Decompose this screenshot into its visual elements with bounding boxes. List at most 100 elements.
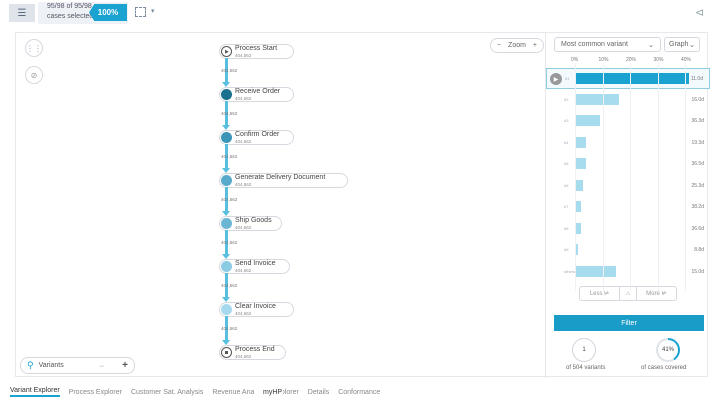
variants-label: Variants <box>38 362 64 369</box>
connector-count: 404,562 <box>221 326 238 331</box>
grid-line <box>575 63 576 291</box>
variants-minus-button[interactable]: − <box>99 361 104 371</box>
activity-count: 404,562 <box>235 96 252 101</box>
variant-duration: 36.5d <box>691 161 704 167</box>
tab[interactable]: Details <box>308 389 329 397</box>
activity-dot <box>221 304 232 315</box>
connector-count: 404,562 <box>221 68 238 73</box>
cases-selected-label: cases selected <box>47 13 94 20</box>
percent-tick: 30% <box>653 57 664 63</box>
graph-value: Graph <box>669 41 689 48</box>
cases-caption: of cases covered <box>641 365 687 371</box>
tab[interactable]: Revenue Ana <box>212 389 254 397</box>
variant-label: #4 <box>564 139 569 145</box>
less-more-control: Less ⊭ ⌂ More ⊭ <box>579 286 677 301</box>
connector-count: 404,562 <box>221 197 238 202</box>
variant-duration: 11.0d <box>690 76 703 82</box>
chevron-down-icon: ⌄ <box>689 41 695 49</box>
end-icon <box>221 347 232 358</box>
grid-line <box>657 63 659 291</box>
activity-name: Receive Order <box>235 88 281 95</box>
variant-explorer-screen: ☰ 95/98 of 95/98 cases selected 100% ▾ ⊲… <box>0 0 710 397</box>
activity-name: Ship Goods <box>235 217 272 224</box>
main-panel: ⋮⋮ ⊘ − Zoom + ▶ Process Start 404,562 404,5… <box>15 32 710 378</box>
hamburger-menu-button[interactable]: ☰ <box>9 4 35 22</box>
variant-duration: 38.2d <box>691 204 704 210</box>
cases-count: 95/98 of 95/98 <box>47 3 92 10</box>
activity-dot <box>221 218 232 229</box>
overlay-text: myHP <box>262 389 284 396</box>
chevron-down-icon: ⌄ <box>648 41 654 49</box>
filter-button[interactable]: Filter <box>554 315 704 331</box>
variant-duration: 36.3d <box>691 118 704 124</box>
variants-plus-button[interactable]: + <box>122 360 128 371</box>
home-button[interactable]: ⌂ <box>619 287 637 300</box>
grid-line <box>685 63 686 291</box>
percent-tick: 10% <box>598 57 609 63</box>
activity-name: Generate Delivery Document <box>235 174 326 181</box>
variants-panel: Most common variant ⌄ Graph ⌄ 0% 10% 20% 30… <box>545 33 710 378</box>
tab[interactable]: Conformance <box>338 389 380 397</box>
filter-icon: ⊭ <box>604 291 610 297</box>
variant-bar <box>575 179 584 191</box>
connector-count: 404,562 <box>221 111 238 116</box>
variant-duration: 16.0d <box>691 96 704 103</box>
variants-count: 1 <box>582 347 586 353</box>
home-icon: ⌂ <box>626 290 630 297</box>
variant-label: #8 <box>564 225 569 231</box>
selection-icon[interactable] <box>135 7 146 17</box>
share-icon[interactable]: ⊲ <box>695 6 704 19</box>
less-button[interactable]: Less ⊭ <box>580 287 619 300</box>
cases-covered-circle: 41% <box>656 338 680 362</box>
play-icon[interactable]: ▶ <box>550 73 562 85</box>
variants-count-circle: 1 <box>572 338 596 362</box>
activity-dot <box>221 89 232 100</box>
variant-label: others <box>564 268 576 274</box>
start-icon: ▶ <box>221 46 232 57</box>
variant-label: #9 <box>564 247 569 252</box>
tab[interactable]: Process Explorer <box>69 389 122 397</box>
activity-count: 404,562 <box>235 354 252 359</box>
percent-tick: 40% <box>681 57 692 63</box>
variant-duration: 15.0d <box>691 268 704 275</box>
activity-dot <box>221 132 232 143</box>
top-bar: ☰ 95/98 of 95/98 cases selected 100% ▾ ⊲ <box>0 0 710 26</box>
variant-bar <box>576 73 689 84</box>
activity-count: 404,562 <box>235 139 252 144</box>
activity-count: 404,562 <box>235 53 252 58</box>
variant-bar <box>575 136 586 148</box>
chevron-down-icon[interactable]: ▾ <box>151 7 155 15</box>
activity-dot <box>221 175 232 186</box>
activity-count: 404,562 <box>235 311 252 316</box>
variant-duration: 19.3d <box>691 139 704 146</box>
variant-label: #1 <box>565 76 570 81</box>
connector-count: 404,562 <box>221 283 238 288</box>
variant-bar <box>575 115 600 126</box>
activity-count: 404,562 <box>235 225 252 230</box>
activity-dot <box>221 261 232 272</box>
variant-duration: 36.6d <box>691 225 704 232</box>
variant-label: #7 <box>564 204 569 209</box>
variant-sort-value: Most common variant <box>561 41 628 48</box>
graph-dropdown[interactable]: Graph ⌄ <box>664 37 700 52</box>
tab[interactable]: Customer Sat. Analysis <box>131 389 203 397</box>
activity-name: Confirm Order <box>235 131 280 138</box>
activity-name: Clear Invoice <box>235 303 276 310</box>
variant-label: #3 <box>564 118 569 123</box>
variant-sort-dropdown[interactable]: Most common variant ⌄ <box>554 37 661 52</box>
connector-count: 404,562 <box>221 240 238 245</box>
hamburger-icon: ☰ <box>17 7 27 19</box>
variant-bar <box>575 93 619 105</box>
variant-duration: 8.8d <box>694 247 704 253</box>
variants-caption: of 504 variants <box>566 365 606 371</box>
selection-percent-badge: 100% <box>89 4 127 21</box>
variant-label: #6 <box>564 182 569 188</box>
variants-toggle: ⚲ Variants − + <box>20 357 135 374</box>
process-flow: ▶ Process Start 404,562 404,562 Receive Orde… <box>16 33 556 378</box>
activity-name: Process End <box>235 346 275 353</box>
grid-line <box>602 63 604 291</box>
activity-count: 404,562 <box>235 268 252 273</box>
grid-line <box>630 63 631 291</box>
tab[interactable]: Variant Explorer <box>10 387 60 397</box>
more-button[interactable]: More ⊭ <box>637 287 676 300</box>
